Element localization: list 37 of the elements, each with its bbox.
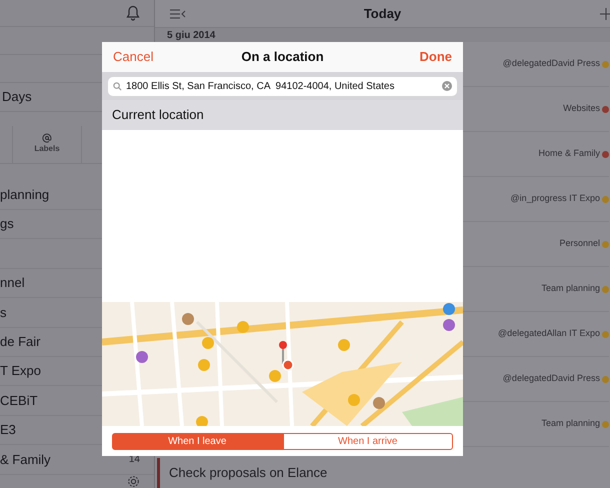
- sidebar-item[interactable]: s: [0, 302, 6, 322]
- sidebar-item[interactable]: E3: [0, 420, 16, 440]
- task-tags: Websites: [563, 102, 600, 116]
- task-tags: @delegatedAllan IT Expo: [498, 327, 600, 341]
- cancel-button[interactable]: Cancel: [113, 47, 154, 67]
- sidebar-item[interactable]: gs: [0, 214, 14, 234]
- add-icon[interactable]: [600, 6, 610, 20]
- at-sign-icon: [42, 133, 52, 144]
- sidebar-item[interactable]: Days: [2, 87, 32, 107]
- task-tags: @delegatedDavid Press: [502, 372, 600, 386]
- task-tags: Team planning: [541, 282, 600, 296]
- sidebar-item[interactable]: T Expo: [0, 361, 41, 381]
- task-tags: Team planning: [541, 417, 600, 431]
- date-header: 5 giu 2014: [167, 28, 216, 42]
- search-icon: [113, 82, 122, 90]
- sidebar-item[interactable]: planning: [0, 185, 50, 205]
- sidebar-item[interactable]: & Family: [0, 450, 51, 470]
- labels-tab[interactable]: Labels: [12, 126, 82, 164]
- sidebar-item[interactable]: de Fair: [0, 332, 40, 352]
- search-field[interactable]: 1800 Ellis St, San Francisco, CA 94102-4004, United States: [108, 76, 457, 96]
- done-button[interactable]: Done: [420, 47, 452, 67]
- trigger-option[interactable]: When I leave: [112, 432, 282, 450]
- clear-icon[interactable]: [442, 81, 452, 91]
- task-title[interactable]: Check proposals on Elance: [169, 463, 328, 483]
- task-tags: Personnel: [559, 237, 600, 251]
- sidebar-item[interactable]: CEBiT: [0, 390, 38, 410]
- sidebar-item[interactable]: nnel: [0, 273, 25, 293]
- menu-icon[interactable]: [169, 8, 187, 18]
- task-tags: Home & Family: [538, 147, 600, 161]
- trigger-option[interactable]: When I arrive: [282, 432, 453, 450]
- task-tags: @delegatedDavid Press: [502, 57, 600, 71]
- task-tags: @in_progress IT Expo: [510, 192, 600, 206]
- settings-icon[interactable]: [127, 474, 140, 488]
- suggestion-item[interactable]: Current location: [112, 105, 204, 125]
- dialog-title: On a location: [241, 48, 324, 66]
- page-title: Today: [364, 4, 402, 23]
- bell-icon[interactable]: [126, 5, 140, 22]
